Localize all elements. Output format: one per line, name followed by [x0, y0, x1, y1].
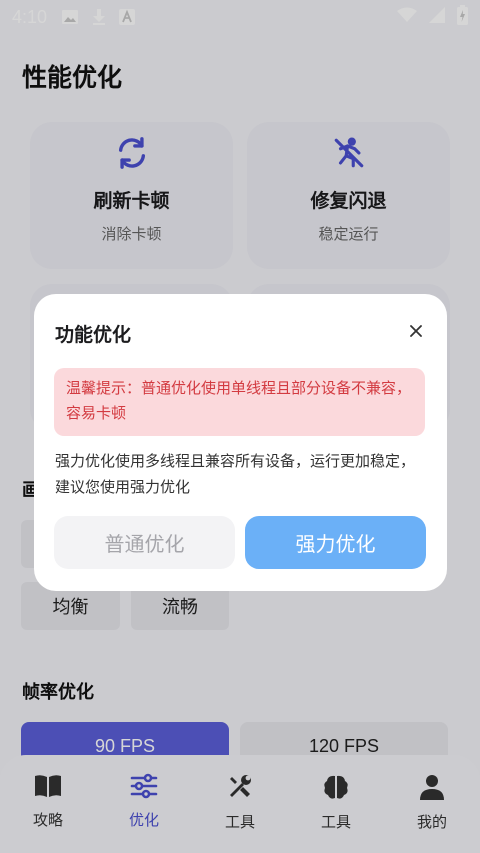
- dialog-description: 强力优化使用多线程且兼容所有设备，运行更加稳定，建议您使用强力优化: [55, 452, 416, 496]
- strong-optimize-button[interactable]: 强力优化: [245, 516, 426, 569]
- optimize-dialog: 功能优化 温馨提示：普通优化使用单线程且部分设备不兼容，容易卡顿 强力优化使用多…: [34, 294, 447, 591]
- warning-message: 温馨提示：普通优化使用单线程且部分设备不兼容，容易卡顿: [54, 368, 425, 436]
- dialog-title: 功能优化: [55, 324, 132, 346]
- close-icon[interactable]: [405, 320, 427, 342]
- normal-optimize-button[interactable]: 普通优化: [54, 516, 235, 569]
